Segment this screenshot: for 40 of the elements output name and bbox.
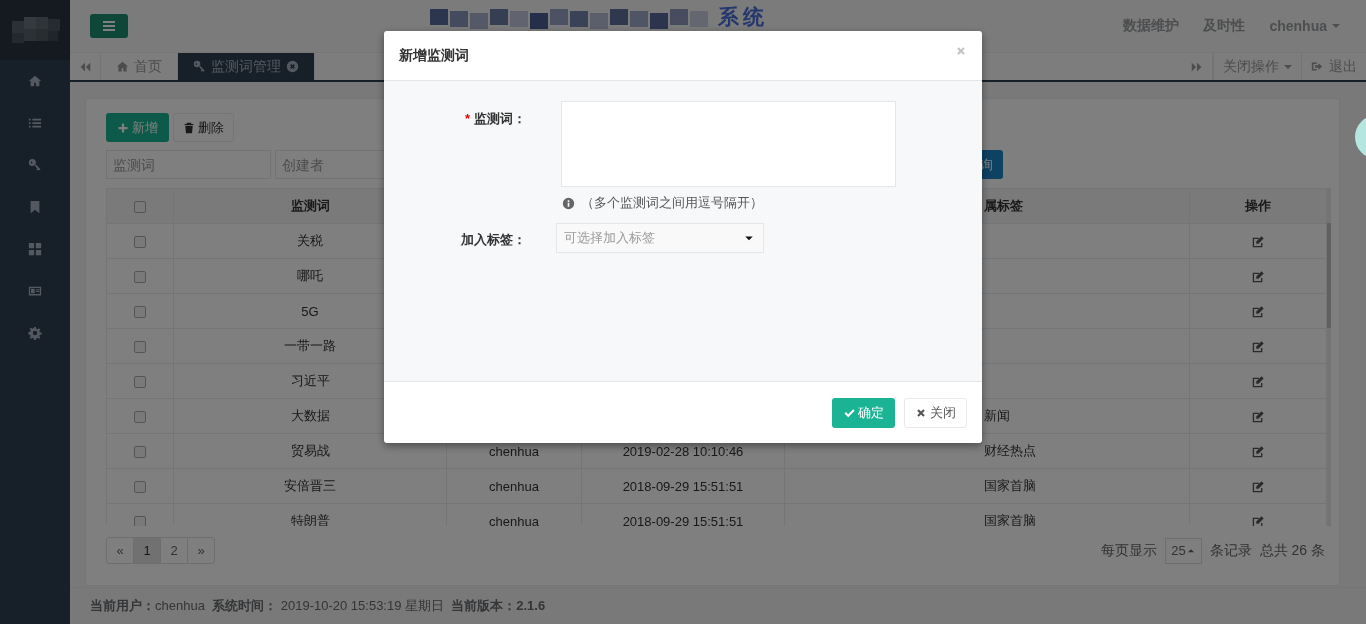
dialog-title: 新增监测词 [399,46,469,65]
page-size-select[interactable]: 25 [1165,537,1202,564]
table-cell: 2018-09-29 15:51:51 [622,513,744,526]
next-page-button[interactable]: » [187,537,215,564]
field-label: 加入标签： [461,232,526,247]
table-cell: 新闻 [984,408,1010,423]
table-cell: chenhua [489,513,539,526]
status-text: 当前用户：chenhua 系统时间： 2019-10-20 15:53:19 星期日 当前版本：2.1.6 [90,597,546,615]
page-size-label: 每页显示 [1101,541,1158,560]
table-cell: 国家首脑 [984,478,1036,493]
table-cell: 2018-09-29 15:51:51 [622,478,744,494]
table-cell: 安倍晋三 [284,478,336,493]
table-cell: 2019-02-28 10:10:46 [622,443,744,459]
table-cell: 特朗普 [290,513,330,526]
table-cell: 大数据 [290,408,330,423]
previous-page-button[interactable]: « [106,537,134,564]
add-button[interactable]: 新增 [106,113,169,142]
table-cell: 5G [301,303,319,319]
field-label: 监测词： [474,111,526,126]
table-cell: chenhua [489,443,539,459]
hint-text: （多个监测词之间用逗号隔开） [581,194,763,212]
table-cell: 习近平 [290,373,330,388]
tag-select[interactable]: 可选择加入标签 [556,223,764,253]
records-label: 条记录 [1209,541,1252,560]
close-button[interactable]: 关闭 [904,397,967,428]
page-button[interactable]: 1 [133,537,161,564]
column-header: 监测词 [290,198,330,213]
table-cell: 贸易战 [290,443,330,458]
confirm-button[interactable]: 确定 [832,397,895,428]
column-header: 属标签 [984,198,1023,213]
delete-button[interactable]: 删除 [173,113,234,142]
required-mark: * [464,111,470,126]
total-count: 总共 26 条 [1259,541,1325,560]
table-cell: chenhua [489,478,539,494]
app-title: 系统 [718,5,768,29]
page-button[interactable]: 2 [160,537,188,564]
table-cell: 哪吒 [297,268,323,283]
column-header: 操作 [1245,198,1271,213]
table-cell: 关税 [297,233,323,248]
table-cell: 财经热点 [984,443,1036,458]
